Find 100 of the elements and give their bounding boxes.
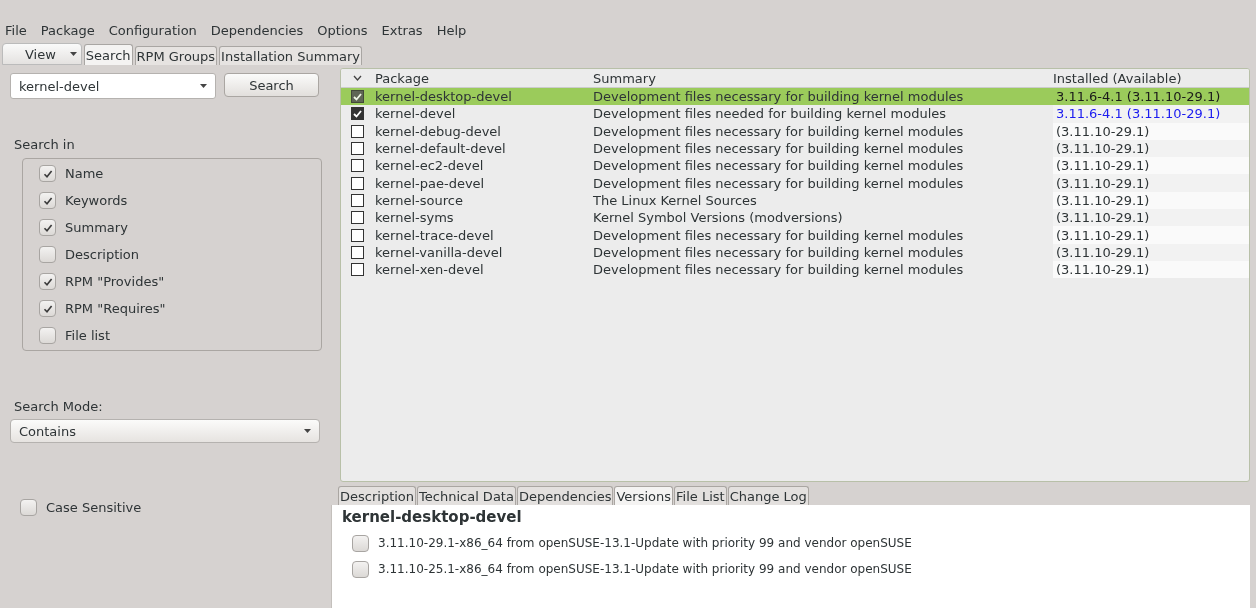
tab[interactable]: Dependencies — [516, 486, 614, 505]
checkbox[interactable] — [351, 90, 364, 104]
version-text: (3.11.10-29.1) — [1056, 141, 1150, 157]
tab[interactable]: RPM Groups — [134, 46, 218, 65]
package-summary: Development files necessary for building kernel modules — [593, 262, 965, 278]
checkbox[interactable] — [39, 300, 56, 317]
table-row[interactable]: kernel-trace-devel Development files necessary for building kernel modules (3.11.10-29.1) — [341, 226, 1249, 244]
checkbox[interactable] — [351, 211, 364, 225]
package-name: kernel-devel — [375, 106, 457, 122]
checkbox-label: RPM "Requires" — [65, 301, 166, 316]
package-name: kernel-vanilla-devel — [375, 244, 504, 260]
table-row[interactable]: kernel-syms Kernel Symbol Versions (modversions) (3.11.10-29.1) — [341, 209, 1249, 227]
package-name: kernel-desktop-devel — [375, 89, 513, 105]
menu-item[interactable]: Help — [436, 22, 467, 38]
tab[interactable]: Versions — [614, 486, 674, 505]
checkbox-label: RPM "Provides" — [65, 274, 165, 289]
checkbox[interactable] — [351, 124, 364, 138]
package-summary: Development files necessary for building kernel modules — [593, 89, 965, 105]
package-name: kernel-debug-devel — [375, 123, 502, 139]
checkmark-icon — [42, 303, 53, 314]
search-button[interactable]: Search — [224, 73, 319, 97]
menu-item[interactable]: File — [5, 22, 27, 38]
checkbox[interactable] — [39, 219, 56, 236]
package-name: kernel-pae-devel — [375, 175, 486, 191]
checkbox-label: File list — [65, 328, 110, 343]
checkbox[interactable] — [39, 273, 56, 290]
package-summary: Development files necessary for building kernel modules — [593, 244, 965, 260]
checkbox[interactable] — [352, 560, 369, 578]
column-header[interactable]: Installed (Available) — [1053, 70, 1249, 86]
table-row[interactable]: kernel-debug-devel Development files necessary for building kernel modules (3.11.10-29.1) — [341, 122, 1249, 140]
table-row[interactable]: kernel-source The Linux Kernel Sources (3.11.10-29.1) — [341, 191, 1249, 210]
group-label: Search in — [14, 137, 76, 152]
package-name: kernel-syms — [375, 210, 455, 226]
checkbox[interactable] — [351, 263, 364, 277]
package-summary: Development files needed for building kernel modules — [593, 106, 948, 122]
package-summary: Development files necessary for building kernel modules — [593, 227, 965, 243]
menu-item[interactable]: Dependencies — [210, 22, 304, 38]
package-title: kernel-desktop-devel — [342, 508, 523, 526]
chevron-down-icon — [353, 75, 362, 81]
checkmark-icon — [42, 195, 53, 206]
table-row[interactable]: kernel-pae-devel Development files necessary for building kernel modules (3.11.10-29.1) — [341, 174, 1249, 192]
version-text: 3.11.6-4.1 (3.11.10-29.1) — [1056, 89, 1221, 105]
checkbox[interactable] — [39, 165, 56, 182]
checkbox-label: Case Sensitive — [46, 500, 142, 515]
checkbox[interactable] — [352, 534, 369, 552]
version-text: 3.11.6-4.1 (3.11.10-29.1) — [1056, 106, 1221, 122]
checkbox[interactable] — [351, 107, 364, 121]
column-header[interactable]: Summary — [593, 70, 1053, 86]
tab[interactable]: Search — [83, 44, 133, 65]
checkbox[interactable] — [20, 499, 37, 516]
column-header[interactable]: Package — [375, 70, 593, 86]
package-name: kernel-ec2-devel — [375, 158, 485, 174]
checkbox[interactable] — [351, 176, 364, 190]
version-text: (3.11.10-29.1) — [1056, 262, 1150, 278]
tab[interactable]: Technical Data — [417, 486, 516, 505]
package-name: kernel-trace-devel — [375, 227, 495, 243]
table-row[interactable]: kernel-xen-devel Development files necessary for building kernel modules (3.11.10-29.1) — [341, 260, 1249, 279]
package-summary: The Linux Kernel Sources — [593, 192, 758, 208]
menu-item[interactable]: Package — [40, 22, 95, 38]
checkbox-label: Keywords — [65, 193, 128, 208]
checkbox-label: Description — [65, 247, 140, 262]
table-row[interactable]: kernel-default-devel Development files necessary for building kernel modules (3.11.10-29.1) — [341, 139, 1249, 158]
version-label: 3.11.10-25.1-x86_64 from openSUSE-13.1-Update with priority 99 and vendor openSUSE — [378, 562, 912, 576]
checkbox[interactable] — [351, 159, 364, 173]
tab[interactable]: Description — [338, 486, 417, 505]
mode-dropdown[interactable]: Contains — [10, 419, 320, 443]
menu-item[interactable]: Extras — [381, 22, 423, 38]
table-row[interactable]: kernel-ec2-devel Development files necessary for building kernel modules (3.11.10-29.1) — [341, 157, 1249, 175]
checkbox[interactable] — [351, 193, 364, 207]
checkbox[interactable] — [351, 245, 364, 259]
tab[interactable]: Installation Summary — [219, 46, 363, 65]
checkbox[interactable] — [351, 142, 364, 156]
table-row[interactable]: kernel-vanilla-devel Development files necessary for building kernel modules (3.11.10-29.1) — [341, 243, 1249, 261]
package-name: kernel-xen-devel — [375, 262, 485, 278]
package-summary: Kernel Symbol Versions (modversions) — [593, 210, 844, 226]
tab[interactable]: File List — [674, 486, 727, 505]
view-button[interactable]: View — [2, 43, 82, 65]
checkbox[interactable] — [39, 327, 56, 344]
search-field[interactable]: kernel-devel — [10, 73, 216, 99]
tab[interactable]: Change Log — [727, 486, 809, 505]
checkmark-icon — [42, 276, 53, 287]
checkmark-icon — [42, 222, 53, 233]
table-row[interactable]: kernel-desktop-devel Development files necessary for building kernel modules 3.11.6-4.1 (3.11.10-29.1) — [341, 88, 1249, 106]
menu-item[interactable]: Configuration — [108, 22, 197, 38]
checkmark-icon — [42, 168, 53, 179]
package-summary: Development files necessary for building kernel modules — [593, 175, 965, 191]
dropdown-arrow-icon — [69, 52, 77, 56]
version-text: (3.11.10-29.1) — [1056, 227, 1150, 243]
version-text: (3.11.10-29.1) — [1056, 210, 1150, 226]
table-row[interactable]: kernel-devel Development files needed for building kernel modules 3.11.6-4.1 (3.11.10-29.1) — [341, 105, 1249, 123]
checkbox[interactable] — [351, 228, 364, 242]
package-summary: Development files necessary for building kernel modules — [593, 123, 965, 139]
checkbox[interactable] — [39, 192, 56, 209]
version-text: (3.11.10-29.1) — [1056, 192, 1150, 208]
version-label: 3.11.10-29.1-x86_64 from openSUSE-13.1-Update with priority 99 and vendor openSUSE — [378, 536, 912, 550]
checkbox[interactable] — [39, 246, 56, 263]
checkbox-label: Name — [65, 166, 104, 181]
package-name: kernel-source — [375, 192, 464, 208]
menu-item[interactable]: Options — [317, 22, 368, 38]
dropdown-arrow-icon — [304, 429, 311, 433]
